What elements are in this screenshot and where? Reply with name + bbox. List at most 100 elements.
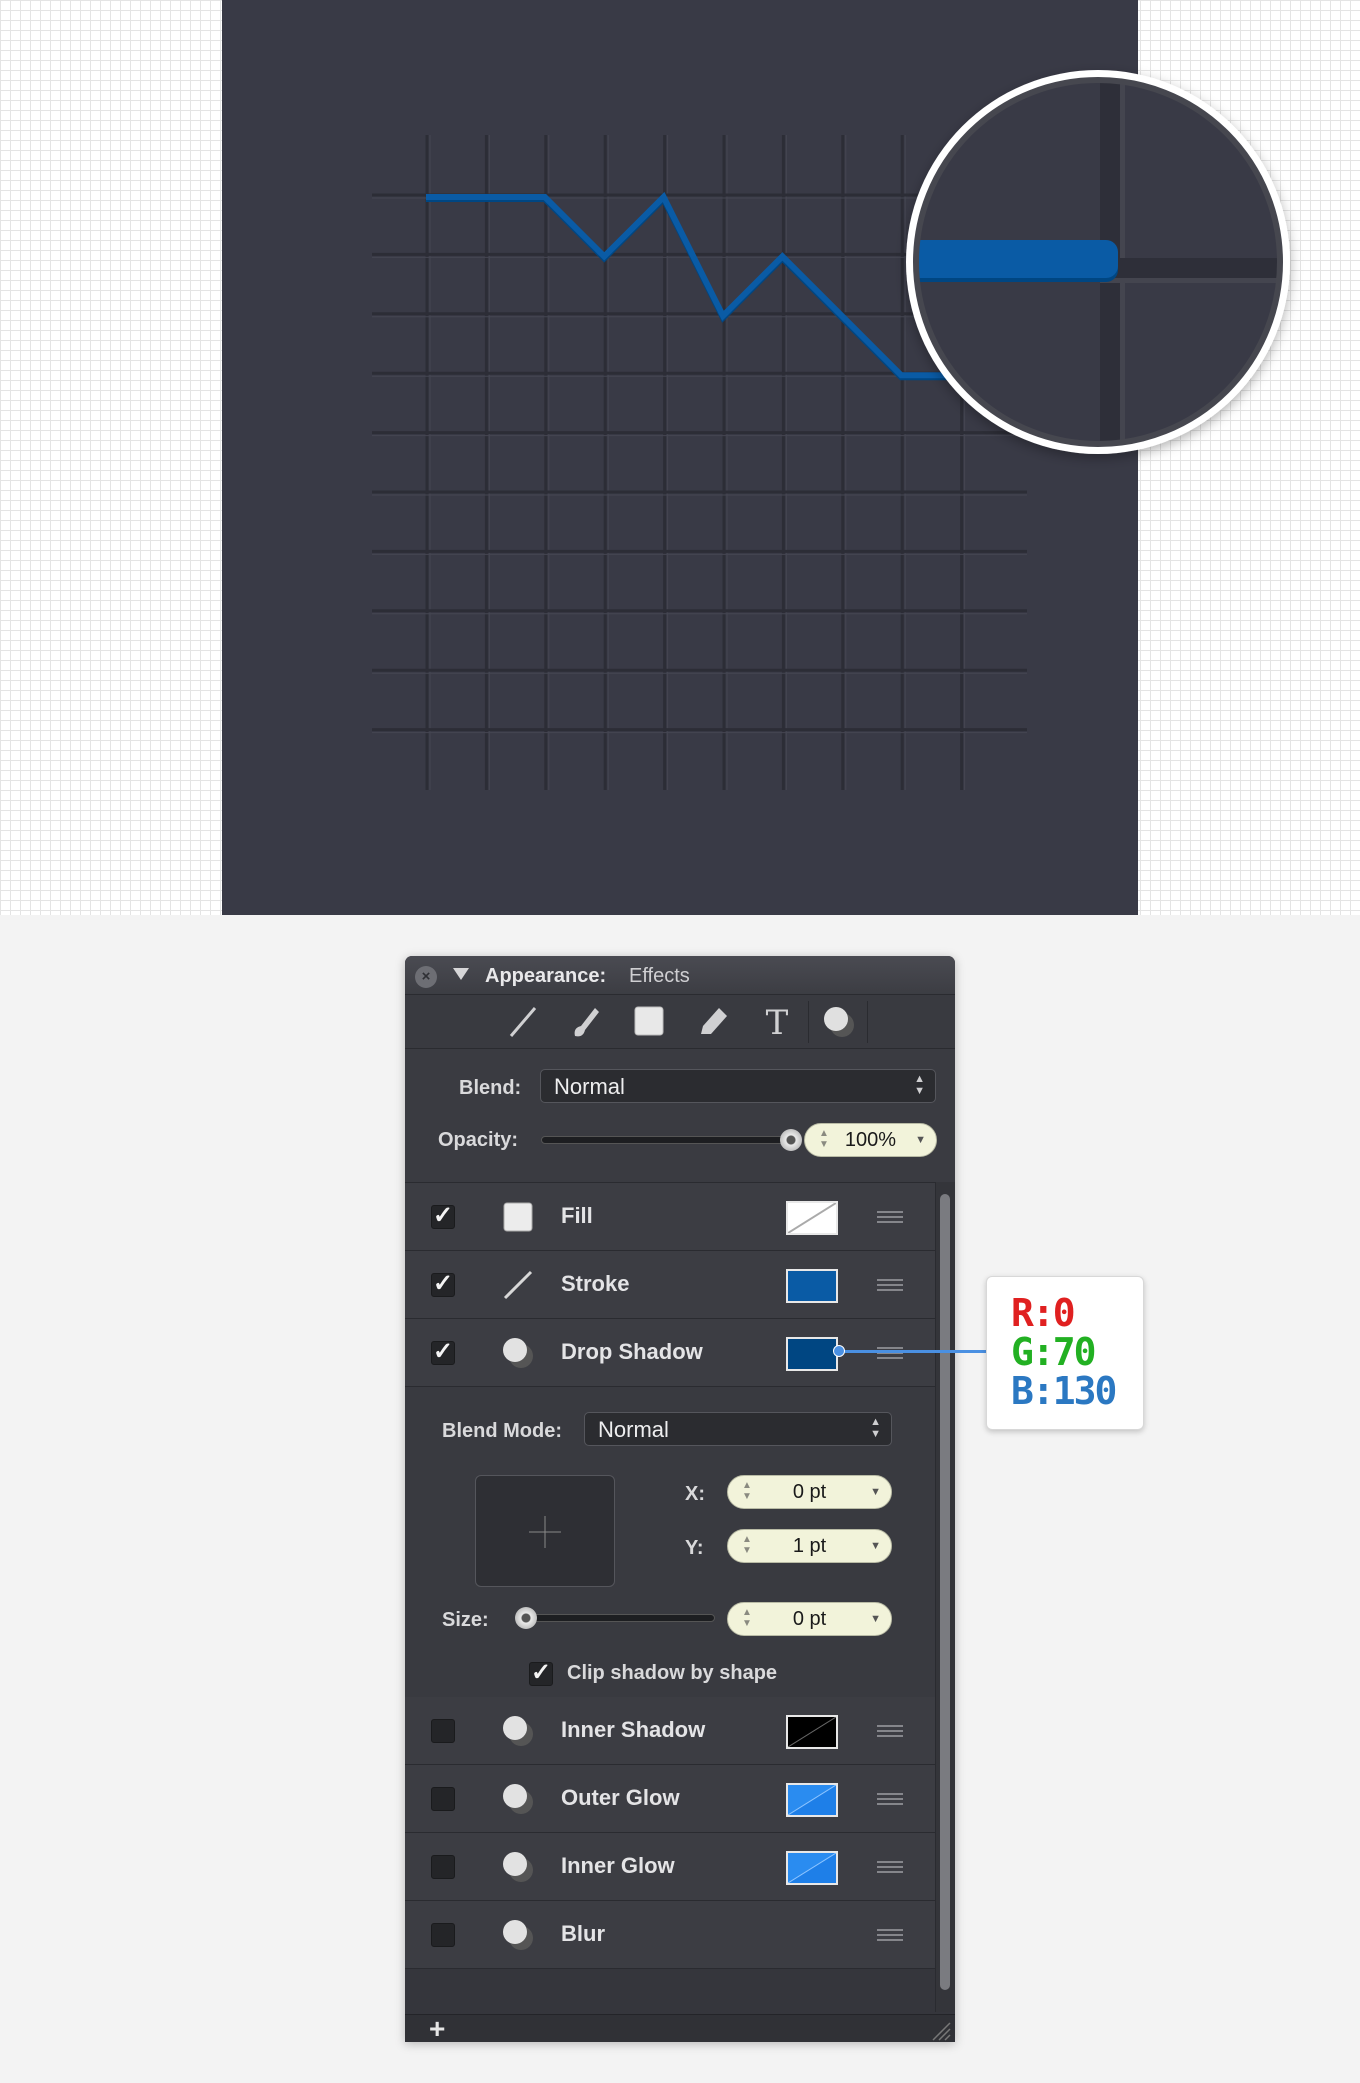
x-offset-label: X:: [685, 1483, 705, 1505]
red-value: R:0: [1011, 1291, 1076, 1335]
blend-mode-value: Normal: [598, 1417, 669, 1442]
x-offset-value: 0 pt: [792, 1481, 827, 1503]
fill-checkbox[interactable]: ✓: [431, 1204, 455, 1229]
effect-row-inner-glow[interactable]: Inner Glow: [405, 1833, 935, 1901]
inner-glow-checkbox[interactable]: [431, 1855, 455, 1879]
color-values-callout: R:0 G:70 B:130: [986, 1276, 1144, 1430]
blur-icon: [502, 1919, 534, 1951]
green-value: G:70: [1011, 1330, 1097, 1374]
effects-tool-icon[interactable]: [819, 1002, 859, 1042]
dropdown-arrow-icon: ▼: [915, 1134, 926, 1146]
clip-shadow-checkbox[interactable]: ✓: [529, 1661, 553, 1686]
drag-handle-icon[interactable]: [877, 1211, 903, 1223]
inner-shadow-color-swatch[interactable]: [786, 1715, 838, 1749]
select-arrows-icon: ▲ ▼: [870, 1416, 881, 1440]
drag-handle-icon[interactable]: [877, 1861, 903, 1873]
opacity-slider-knob[interactable]: [780, 1129, 802, 1151]
drop-shadow-color-swatch[interactable]: [786, 1337, 838, 1371]
x-offset-stepper[interactable]: ▲ ▼ 0 pt ▼: [727, 1475, 892, 1509]
blue-value: B:130: [1011, 1369, 1117, 1413]
blend-mode-label: Blend Mode:: [442, 1420, 562, 1442]
effect-row-stroke[interactable]: ✓ Stroke: [405, 1251, 935, 1319]
y-offset-value: 1 pt: [792, 1535, 827, 1557]
drop-shadow-checkbox[interactable]: ✓: [431, 1340, 455, 1365]
blend-value: Normal: [554, 1074, 625, 1099]
brush-tool-icon[interactable]: [565, 1002, 605, 1042]
close-icon[interactable]: ×: [415, 966, 437, 988]
outer-glow-icon: [502, 1783, 534, 1815]
callout-connector-dot: [833, 1345, 845, 1357]
effect-row-inner-shadow[interactable]: Inner Shadow: [405, 1697, 935, 1765]
drop-shadow-size-settings: Size: ▲ ▼ 0 pt ▼ ✓ Clip shadow by shape: [405, 1598, 935, 1698]
scrollbar[interactable]: [935, 1182, 955, 2012]
resize-grip-icon[interactable]: [929, 2019, 951, 2041]
clip-shadow-label: Clip shadow by shape: [567, 1662, 778, 1684]
stroke-checkbox[interactable]: ✓: [431, 1272, 455, 1297]
inner-shadow-checkbox[interactable]: [431, 1719, 455, 1743]
drag-handle-icon[interactable]: [877, 1347, 903, 1359]
inner-glow-color-swatch[interactable]: [786, 1851, 838, 1885]
stroke-icon: [502, 1269, 534, 1301]
drag-handle-icon[interactable]: [877, 1279, 903, 1291]
opacity-slider[interactable]: [541, 1136, 791, 1144]
outer-glow-color-swatch[interactable]: [786, 1783, 838, 1817]
y-offset-stepper[interactable]: ▲ ▼ 1 pt ▼: [727, 1529, 892, 1563]
size-label: Size:: [442, 1609, 489, 1631]
fill-color-swatch[interactable]: [786, 1201, 838, 1235]
panel-footer: +: [405, 2013, 955, 2042]
panel-title-bar: × Appearance: Effects: [405, 956, 955, 995]
stroke-label: Stroke: [561, 1271, 630, 1296]
inner-glow-icon: [502, 1851, 534, 1883]
text-tool-icon[interactable]: T: [757, 1002, 797, 1042]
effect-row-fill[interactable]: ✓ Fill: [405, 1183, 935, 1251]
inner-shadow-icon: [502, 1715, 534, 1747]
appearance-panel: × Appearance: Effects T Blend: Normal ▲ ▼: [405, 956, 955, 2042]
dropdown-arrow-icon: ▼: [870, 1486, 881, 1498]
drop-shadow-label: Drop Shadow: [561, 1339, 703, 1364]
opacity-stepper[interactable]: ▲ ▼ 100% ▼: [804, 1123, 937, 1157]
blend-select[interactable]: Normal ▲ ▼: [540, 1069, 936, 1103]
y-offset-label: Y:: [685, 1537, 704, 1559]
blend-mode-select[interactable]: Normal ▲ ▼: [584, 1412, 892, 1446]
fill-label: Fill: [561, 1203, 593, 1228]
blur-label: Blur: [561, 1921, 605, 1946]
add-effect-button[interactable]: +: [429, 2013, 445, 2042]
svg-text:T: T: [766, 1003, 789, 1042]
outer-glow-checkbox[interactable]: [431, 1787, 455, 1811]
select-arrows-icon: ▲ ▼: [914, 1073, 925, 1097]
fill-tool-icon[interactable]: [629, 1002, 669, 1042]
drag-handle-icon[interactable]: [877, 1725, 903, 1737]
drop-shadow-settings: Blend Mode: Normal ▲ ▼ X: ▲ ▼ 0 pt ▼ Y: ▲ ▼ 1 pt ▼: [405, 1387, 935, 1599]
magnifier-circle: [906, 70, 1290, 454]
size-value: 0 pt: [792, 1608, 827, 1630]
stroke-color-swatch[interactable]: [786, 1269, 838, 1303]
shadow-offset-pad[interactable]: [475, 1475, 615, 1587]
scrollbar-thumb[interactable]: [940, 1194, 950, 1990]
outer-glow-label: Outer Glow: [561, 1785, 680, 1810]
size-slider-knob[interactable]: [515, 1607, 537, 1629]
blend-settings: Blend: Normal ▲ ▼ Opacity: ▲ ▼ 100% ▼: [405, 1049, 955, 1183]
callout-connector: [838, 1350, 988, 1353]
effect-row-blur[interactable]: Blur: [405, 1901, 935, 1969]
opacity-label: Opacity:: [438, 1129, 519, 1151]
canvas-background: [0, 0, 1360, 915]
drag-handle-icon[interactable]: [877, 1793, 903, 1805]
inner-glow-label: Inner Glow: [561, 1853, 675, 1878]
dropdown-arrow-icon: ▼: [870, 1613, 881, 1625]
inner-shadow-label: Inner Shadow: [561, 1717, 706, 1742]
size-slider[interactable]: [515, 1614, 715, 1622]
blur-checkbox[interactable]: [431, 1923, 455, 1947]
pencil-tool-icon[interactable]: [693, 1002, 733, 1042]
panel-subtitle: Effects: [629, 965, 690, 987]
dropdown-arrow-icon: ▼: [870, 1540, 881, 1552]
line-tool-icon[interactable]: [503, 1002, 543, 1042]
tool-strip: T: [405, 995, 955, 1049]
crosshair-icon: [529, 1516, 561, 1548]
effect-row-drop-shadow[interactable]: ✓ Drop Shadow: [405, 1319, 935, 1387]
disclosure-triangle-icon[interactable]: [453, 968, 469, 980]
size-stepper[interactable]: ▲ ▼ 0 pt ▼: [727, 1602, 892, 1636]
drag-handle-icon[interactable]: [877, 1929, 903, 1941]
effect-row-outer-glow[interactable]: Outer Glow: [405, 1765, 935, 1833]
drop-shadow-icon: [502, 1337, 534, 1369]
panel-title: Appearance:: [485, 965, 607, 987]
